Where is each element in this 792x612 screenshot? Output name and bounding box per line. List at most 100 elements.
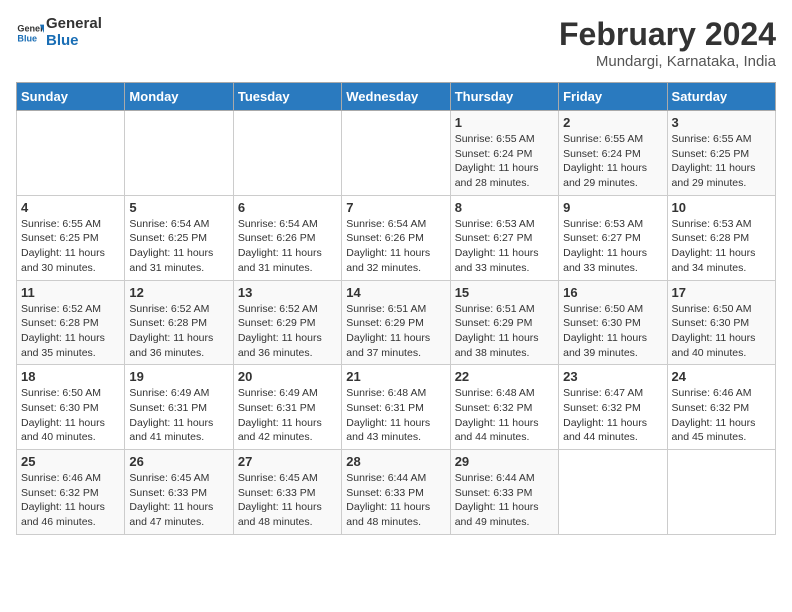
day-info: Sunrise: 6:49 AMSunset: 6:31 PMDaylight:…: [238, 386, 337, 445]
calendar-day-cell: 1 Sunrise: 6:55 AMSunset: 6:24 PMDaylight…: [450, 111, 558, 196]
day-info: Sunrise: 6:50 AMSunset: 6:30 PMDaylight:…: [563, 302, 662, 361]
day-number: 24: [672, 369, 771, 384]
calendar-day-cell: [667, 450, 775, 535]
calendar-day-cell: 19Sunrise: 6:49 AMSunset: 6:31 PMDayligh…: [125, 365, 233, 450]
day-number: 13: [238, 285, 337, 300]
location-subtitle: Mundargi, Karnataka, India: [559, 53, 776, 70]
svg-text:General: General: [17, 23, 44, 33]
day-number: 8: [455, 200, 554, 215]
day-number: 1: [455, 115, 554, 130]
logo-general: General: [46, 16, 102, 33]
calendar-week-row: 11 Sunrise: 6:52 AMSunset: 6:28 PMDayligh…: [17, 280, 776, 365]
calendar-day-cell: 14Sunrise: 6:51 AMSunset: 6:29 PMDayligh…: [342, 280, 450, 365]
calendar-day-cell: 24 Sunrise: 6:46 AMSunset: 6:32 PMDayligh…: [667, 365, 775, 450]
calendar-day-cell: 29 Sunrise: 6:44 AMSunset: 6:33 PMDayligh…: [450, 450, 558, 535]
calendar-day-cell: [233, 111, 341, 196]
day-info: Sunrise: 6:51 AMSunset: 6:29 PMDaylight:…: [455, 302, 554, 361]
calendar-day-cell: 10 Sunrise: 6:53 AMSunset: 6:28 PMDayligh…: [667, 195, 775, 280]
day-number: 25: [21, 454, 120, 469]
calendar-week-row: 25 Sunrise: 6:46 AMSunset: 6:32 PMDayligh…: [17, 450, 776, 535]
calendar-day-cell: 28 Sunrise: 6:44 AMSunset: 6:33 PMDayligh…: [342, 450, 450, 535]
weekday-header-thursday: Thursday: [450, 83, 558, 111]
calendar-day-cell: 26Sunrise: 6:45 AMSunset: 6:33 PMDayligh…: [125, 450, 233, 535]
calendar-day-cell: 12 Sunrise: 6:52 AMSunset: 6:28 PMDayligh…: [125, 280, 233, 365]
calendar-header: General Blue General Blue February 2024 …: [16, 16, 776, 70]
day-number: 21: [346, 369, 445, 384]
day-info: Sunrise: 6:55 AMSunset: 6:25 PMDaylight:…: [672, 132, 771, 191]
day-number: 6: [238, 200, 337, 215]
day-info: Sunrise: 6:53 AMSunset: 6:27 PMDaylight:…: [563, 217, 662, 276]
calendar-day-cell: 13 Sunrise: 6:52 AMSunset: 6:29 PMDayligh…: [233, 280, 341, 365]
day-info: Sunrise: 6:46 AMSunset: 6:32 PMDaylight:…: [21, 471, 120, 530]
day-info: Sunrise: 6:55 AMSunset: 6:25 PMDaylight:…: [21, 217, 120, 276]
calendar-day-cell: [559, 450, 667, 535]
calendar-day-cell: 25 Sunrise: 6:46 AMSunset: 6:32 PMDayligh…: [17, 450, 125, 535]
calendar-day-cell: 15 Sunrise: 6:51 AMSunset: 6:29 PMDayligh…: [450, 280, 558, 365]
day-info: Sunrise: 6:52 AMSunset: 6:28 PMDaylight:…: [129, 302, 228, 361]
calendar-day-cell: 4 Sunrise: 6:55 AMSunset: 6:25 PMDaylight…: [17, 195, 125, 280]
day-number: 11: [21, 285, 120, 300]
month-year-title: February 2024: [559, 16, 776, 53]
day-info: Sunrise: 6:44 AMSunset: 6:33 PMDaylight:…: [455, 471, 554, 530]
day-number: 19: [129, 369, 228, 384]
calendar-week-row: 1 Sunrise: 6:55 AMSunset: 6:24 PMDaylight…: [17, 111, 776, 196]
calendar-day-cell: 20 Sunrise: 6:49 AMSunset: 6:31 PMDayligh…: [233, 365, 341, 450]
calendar-day-cell: 18 Sunrise: 6:50 AMSunset: 6:30 PMDayligh…: [17, 365, 125, 450]
calendar-table: SundayMondayTuesdayWednesdayThursdayFrid…: [16, 82, 776, 535]
weekday-header-saturday: Saturday: [667, 83, 775, 111]
day-number: 7: [346, 200, 445, 215]
calendar-day-cell: 21 Sunrise: 6:48 AMSunset: 6:31 PMDayligh…: [342, 365, 450, 450]
logo-icon: General Blue: [16, 19, 44, 47]
day-info: Sunrise: 6:50 AMSunset: 6:30 PMDaylight:…: [672, 302, 771, 361]
calendar-day-cell: 23Sunrise: 6:47 AMSunset: 6:32 PMDayligh…: [559, 365, 667, 450]
day-info: Sunrise: 6:48 AMSunset: 6:31 PMDaylight:…: [346, 386, 445, 445]
day-number: 12: [129, 285, 228, 300]
calendar-body: 1 Sunrise: 6:55 AMSunset: 6:24 PMDaylight…: [17, 111, 776, 535]
day-info: Sunrise: 6:50 AMSunset: 6:30 PMDaylight:…: [21, 386, 120, 445]
day-number: 29: [455, 454, 554, 469]
calendar-day-cell: [342, 111, 450, 196]
svg-text:Blue: Blue: [17, 33, 37, 43]
day-info: Sunrise: 6:54 AMSunset: 6:26 PMDaylight:…: [238, 217, 337, 276]
calendar-day-cell: [17, 111, 125, 196]
calendar-day-cell: 7 Sunrise: 6:54 AMSunset: 6:26 PMDaylight…: [342, 195, 450, 280]
calendar-day-cell: 6 Sunrise: 6:54 AMSunset: 6:26 PMDaylight…: [233, 195, 341, 280]
weekday-header-sunday: Sunday: [17, 83, 125, 111]
weekday-header-friday: Friday: [559, 83, 667, 111]
day-number: 10: [672, 200, 771, 215]
day-info: Sunrise: 6:45 AMSunset: 6:33 PMDaylight:…: [129, 471, 228, 530]
day-number: 28: [346, 454, 445, 469]
day-info: Sunrise: 6:52 AMSunset: 6:28 PMDaylight:…: [21, 302, 120, 361]
day-number: 27: [238, 454, 337, 469]
logo-blue: Blue: [46, 33, 102, 50]
day-info: Sunrise: 6:48 AMSunset: 6:32 PMDaylight:…: [455, 386, 554, 445]
day-number: 18: [21, 369, 120, 384]
day-number: 20: [238, 369, 337, 384]
day-info: Sunrise: 6:44 AMSunset: 6:33 PMDaylight:…: [346, 471, 445, 530]
day-info: Sunrise: 6:54 AMSunset: 6:26 PMDaylight:…: [346, 217, 445, 276]
day-info: Sunrise: 6:55 AMSunset: 6:24 PMDaylight:…: [455, 132, 554, 191]
day-info: Sunrise: 6:53 AMSunset: 6:27 PMDaylight:…: [455, 217, 554, 276]
day-number: 22: [455, 369, 554, 384]
day-number: 4: [21, 200, 120, 215]
calendar-day-cell: 16Sunrise: 6:50 AMSunset: 6:30 PMDayligh…: [559, 280, 667, 365]
logo: General Blue General Blue: [16, 16, 102, 49]
weekday-header-monday: Monday: [125, 83, 233, 111]
day-info: Sunrise: 6:54 AMSunset: 6:25 PMDaylight:…: [129, 217, 228, 276]
day-number: 3: [672, 115, 771, 130]
day-number: 17: [672, 285, 771, 300]
calendar-day-cell: 3 Sunrise: 6:55 AMSunset: 6:25 PMDaylight…: [667, 111, 775, 196]
day-number: 9: [563, 200, 662, 215]
calendar-week-row: 4 Sunrise: 6:55 AMSunset: 6:25 PMDaylight…: [17, 195, 776, 280]
day-info: Sunrise: 6:46 AMSunset: 6:32 PMDaylight:…: [672, 386, 771, 445]
day-info: Sunrise: 6:53 AMSunset: 6:28 PMDaylight:…: [672, 217, 771, 276]
weekday-header-wednesday: Wednesday: [342, 83, 450, 111]
day-info: Sunrise: 6:45 AMSunset: 6:33 PMDaylight:…: [238, 471, 337, 530]
day-info: Sunrise: 6:55 AMSunset: 6:24 PMDaylight:…: [563, 132, 662, 191]
calendar-header-row: SundayMondayTuesdayWednesdayThursdayFrid…: [17, 83, 776, 111]
title-area: February 2024 Mundargi, Karnataka, India: [559, 16, 776, 70]
calendar-day-cell: 17 Sunrise: 6:50 AMSunset: 6:30 PMDayligh…: [667, 280, 775, 365]
day-number: 15: [455, 285, 554, 300]
calendar-day-cell: 5Sunrise: 6:54 AMSunset: 6:25 PMDaylight…: [125, 195, 233, 280]
day-info: Sunrise: 6:52 AMSunset: 6:29 PMDaylight:…: [238, 302, 337, 361]
